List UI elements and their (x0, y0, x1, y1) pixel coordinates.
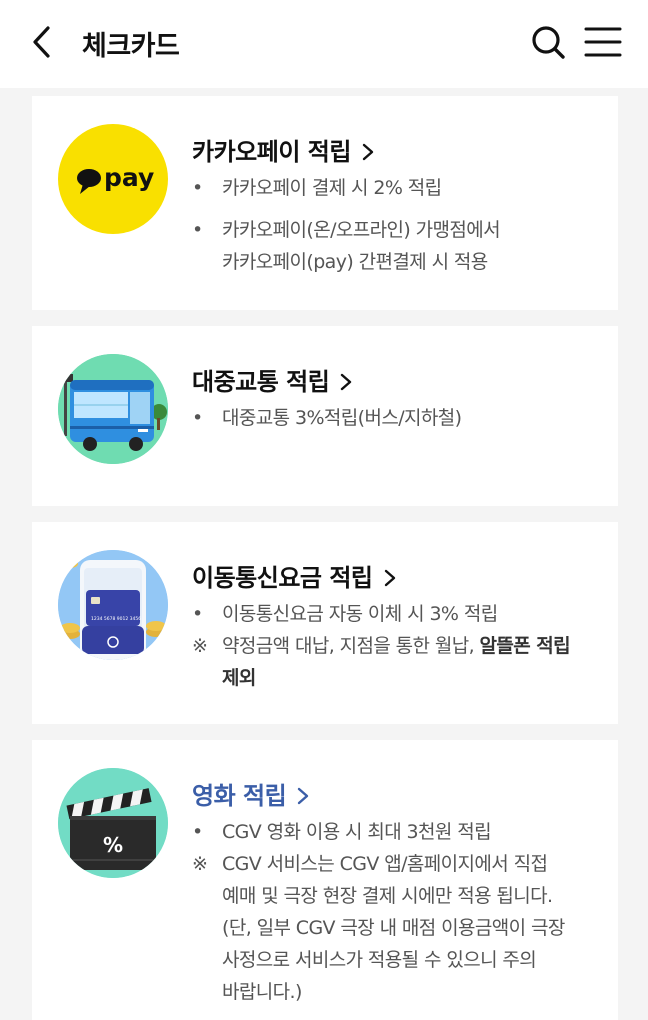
card-number: 1234 5678 9012 3456 (91, 616, 141, 622)
kakaopay-logo: pay (58, 124, 168, 234)
benefit-item: • CGV 영화 이용 시 최대 3천원 적립 (192, 821, 492, 843)
benefit-item: • 이동통신요금 자동 이체 시 3% 적립 (192, 603, 498, 625)
mobile-reward-link[interactable]: 이동통신요금 적립 (192, 558, 397, 594)
benefit-note-continued: 제외 (222, 667, 256, 689)
chevron-right-icon (362, 143, 374, 161)
transit-reward-link[interactable]: 대중교통 적립 (192, 362, 353, 398)
card-title: 이동통신요금 적립 (192, 564, 373, 592)
card-title: 영화 적립 (192, 782, 287, 810)
benefit-list: • 카카오페이 결제 시 2% 적립 • 카카오페이(온/오프라인) 가맹점에서 카… (192, 172, 602, 278)
benefit-card-movie: % 영화 적립 • CGV 영화 이용 시 최대 3천원 적립 ※ CGV 서비스는… (32, 740, 618, 1020)
kakaopay-reward-link[interactable]: 카카오페이 적립 (192, 132, 375, 168)
menu-button[interactable] (584, 22, 622, 62)
benefit-note-continued: (단, 일부 CGV 극장 내 매점 이용금액이 극장 (222, 917, 565, 939)
benefit-note-continued: 바랍니다.) (222, 981, 302, 1003)
card-title: 카카오페이 적립 (192, 138, 351, 166)
chevron-right-icon (297, 787, 309, 805)
benefit-card-transit: 대중교통 적립 • 대중교통 3%적립(버스/지하철) (32, 326, 618, 506)
benefit-note: ※ CGV 서비스는 CGV 앱/홈페이지에서 직접 (192, 853, 548, 875)
movie-reward-link[interactable]: 영화 적립 (192, 776, 310, 812)
kakaopay-logo-text: pay (104, 163, 154, 192)
back-button[interactable] (26, 22, 60, 62)
menu-icon (584, 27, 622, 57)
benefit-list: • 대중교통 3%적립(버스/지하철) (192, 402, 602, 434)
benefit-card-mobile: 1234 5678 9012 3456 이동통신요금 적립 • 이동통신요금 자동… (32, 522, 618, 724)
back-icon (33, 26, 50, 58)
app-header: 체크카드 (0, 0, 648, 88)
chevron-right-icon (384, 569, 395, 587)
bus-illustration (58, 354, 168, 464)
benefit-card-kakaopay: pay 카카오페이 적립 • 카카오페이 결제 시 2% 적립 • 카카오페이(온/… (32, 96, 618, 310)
benefit-item: • 카카오페이(온/오프라인) 가맹점에서 (192, 219, 501, 241)
page-title: 체크카드 (82, 31, 180, 62)
benefit-note: ※ 약정금액 대납, 지점을 통한 월납, 알뜰폰 적립 (192, 635, 571, 657)
search-button[interactable] (528, 22, 568, 62)
clapperboard-illustration: % (58, 768, 168, 878)
card-title: 대중교통 적립 (192, 368, 330, 396)
phone-card-illustration: 1234 5678 9012 3456 (58, 550, 168, 660)
benefit-item: • 대중교통 3%적립(버스/지하철) (192, 407, 462, 429)
benefit-note-continued: 사정으로 서비스가 적용될 수 있으니 주의 (222, 949, 537, 971)
chevron-right-icon (341, 373, 352, 391)
benefit-list: • CGV 영화 이용 시 최대 3천원 적립 ※ CGV 서비스는 CGV 앱/홈… (192, 816, 602, 1008)
benefit-item: • 카카오페이 결제 시 2% 적립 (192, 177, 442, 199)
benefit-item-continued: 카카오페이(pay) 간편결제 시 적용 (222, 251, 488, 273)
benefit-note-continued: 예매 및 극장 현장 결제 시에만 적용 됩니다. (222, 885, 553, 907)
percent-mark: % (103, 833, 123, 857)
search-icon (532, 26, 565, 59)
benefit-list: • 이동통신요금 자동 이체 시 3% 적립 ※ 약정금액 대납, 지점을 통한 월… (192, 598, 602, 694)
